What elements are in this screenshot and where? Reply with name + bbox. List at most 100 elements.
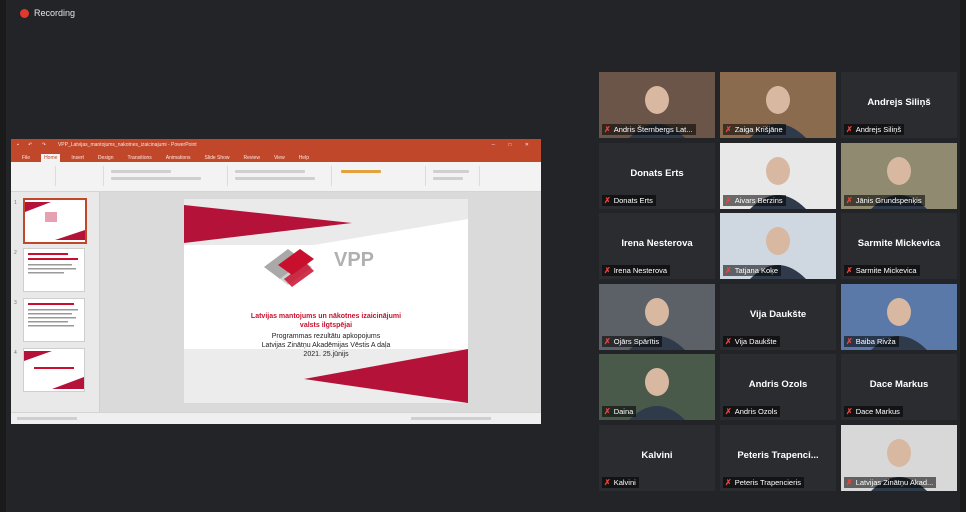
participant-name: Vija Daukšte (734, 337, 777, 346)
slide-thumbnail[interactable] (23, 198, 87, 244)
participant-name-label: ✗ Andris Šternbergs Lat... (602, 124, 696, 135)
mic-muted-icon: ✗ (846, 407, 853, 416)
ppt-app-title: VPP_Latvijas_mantojums_nakotnes_izaicina… (57, 142, 197, 148)
participant-name-label: ✗ Aivars Berzins (723, 195, 786, 206)
mic-muted-icon: ✗ (846, 478, 853, 487)
participant-tile[interactable]: ✗ Zaiga Krišjāne (720, 72, 836, 138)
font-group[interactable] (107, 166, 228, 186)
slide-title-line1: Latvijas mantojums un nākotnes izaicināj… (250, 313, 402, 320)
mic-muted-icon: ✗ (604, 266, 611, 275)
participant-name-label: ✗ Ojārs Spārītis (602, 336, 663, 347)
participant-name-label: ✗ Kalvini (602, 477, 639, 488)
slide-thumbnail[interactable] (23, 248, 85, 292)
mic-muted-icon: ✗ (725, 266, 732, 275)
participant-name: Donats Erts (613, 196, 653, 205)
participant-name: Kalvini (613, 478, 636, 487)
participant-name: Peteris Trapencieris (734, 478, 801, 487)
slide-publication: Latvijas Zinātņu Akadēmijas Vēstis A daļ… (261, 342, 391, 349)
ribbon-tab[interactable]: Home (41, 154, 61, 162)
participant-tile[interactable]: ✗ Baiba Rivža (841, 284, 957, 350)
shared-screen[interactable]: ▪ ↶ ↷ VPP_Latvijas_mantojums_nakotnes_iz… (11, 139, 541, 424)
participant-name: Latvijas Zinātņu Akad... (855, 478, 934, 487)
participant-name-label: ✗ Andrejs Siliņš (844, 124, 905, 135)
slide-thumbnail[interactable] (23, 298, 85, 342)
participant-tile[interactable]: Andrejs Siliņš ✗ Andrejs Siliņš (841, 72, 957, 138)
participant-tile[interactable]: Donats Erts ✗ Donats Erts (599, 143, 715, 209)
participant-center-name: Dace Markus (869, 379, 929, 390)
recording-indicator[interactable]: Recording (20, 8, 75, 18)
mic-muted-icon: ✗ (725, 196, 732, 205)
quick-access-icons[interactable]: ▪ ↶ ↷ (17, 142, 50, 148)
participant-tile[interactable]: Sarmite Mickevica ✗ Sarmite Mickevica (841, 213, 957, 279)
ribbon-tab[interactable]: Design (95, 154, 117, 162)
participant-name: Baiba Rivža (855, 337, 896, 346)
participant-tile[interactable]: Peteris Trapenci... ✗ Peteris Trapencieris (720, 425, 836, 491)
mic-muted-icon: ✗ (846, 125, 853, 134)
participant-tile[interactable]: Andris Ozols ✗ Andris Ozols (720, 354, 836, 420)
participant-tile[interactable]: Vija Daukšte ✗ Vija Daukšte (720, 284, 836, 350)
participant-tile[interactable]: ✗ Tatjana Koķe (720, 213, 836, 279)
participant-name-label: ✗ Zaiga Krišjāne (723, 124, 786, 135)
participant-name: Jānis Grundspenķis (855, 196, 922, 205)
thumb-number: 2 (14, 250, 17, 256)
ribbon-tabs: File Home Insert Design Transitions Animation… (11, 151, 541, 162)
participant-tile[interactable]: Kalvini ✗ Kalvini (599, 425, 715, 491)
participant-tile[interactable]: ✗ Aivars Berzins (720, 143, 836, 209)
ribbon-tab[interactable]: Slide Show (202, 154, 233, 162)
ribbon-tab[interactable]: Animations (163, 154, 194, 162)
thumb-number: 3 (14, 300, 17, 306)
participant-tile[interactable]: Dace Markus ✗ Dace Markus (841, 354, 957, 420)
mic-muted-icon: ✗ (604, 407, 611, 416)
participant-name: Dace Markus (855, 407, 900, 416)
participant-name-label: ✗ Irena Nesterova (602, 265, 671, 276)
slides-group[interactable] (59, 166, 104, 186)
ppt-status-bar (11, 412, 541, 424)
participant-name: Daina (613, 407, 634, 416)
current-slide[interactable]: VPP Latvijas mantojums un nākotnes izaic… (184, 199, 468, 403)
participant-tile[interactable]: ✗ Ojārs Spārītis (599, 284, 715, 350)
paragraph-group[interactable] (231, 166, 332, 186)
slide-canvas[interactable]: VPP Latvijas mantojums un nākotnes izaic… (100, 192, 541, 412)
participant-tile[interactable]: ✗ Latvijas Zinātņu Akad... (841, 425, 957, 491)
slide-date: 2021. 25.jūnijs (303, 351, 349, 358)
participant-name: Andris Šternbergs Lat... (613, 125, 693, 134)
window-controls[interactable]: ─ □ ✕ (491, 142, 535, 148)
vpp-logo-text: VPP (334, 249, 375, 271)
ribbon-tab[interactable]: File (19, 154, 33, 162)
mic-muted-icon: ✗ (604, 337, 611, 346)
participant-center-name: Kalvini (641, 450, 673, 461)
participant-name-label: ✗ Baiba Rivža (844, 336, 899, 347)
mic-muted-icon: ✗ (725, 337, 732, 346)
participant-tile[interactable]: ✗ Jānis Grundspenķis (841, 143, 957, 209)
slide-thumbnail[interactable] (23, 348, 85, 392)
participant-name: Andrejs Siliņš (855, 125, 902, 134)
ribbon[interactable] (11, 162, 541, 192)
mic-muted-icon: ✗ (846, 196, 853, 205)
participant-name: Ojārs Spārītis (613, 337, 660, 346)
participant-center-name: Donats Erts (630, 168, 684, 179)
participant-name: Sarmite Mickevica (855, 266, 917, 275)
participant-name: Aivars Berzins (734, 196, 783, 205)
participant-tile[interactable]: ✗ Andris Šternbergs Lat... (599, 72, 715, 138)
ribbon-tab[interactable]: Transitions (125, 154, 155, 162)
ribbon-tab[interactable]: Review (241, 154, 263, 162)
mic-muted-icon: ✗ (725, 478, 732, 487)
participant-name-label: ✗ Peteris Trapencieris (723, 477, 804, 488)
participant-tile[interactable]: Irena Nesterova ✗ Irena Nesterova (599, 213, 715, 279)
participant-center-name: Irena Nesterova (621, 238, 693, 249)
clipboard-group[interactable] (15, 166, 56, 186)
thumb-number: 4 (14, 350, 17, 356)
slide-thumbnails-pane[interactable]: 1 2 3 4 (11, 192, 100, 412)
ribbon-tab[interactable]: Insert (68, 154, 87, 162)
record-dot-icon (20, 8, 29, 18)
participant-name: Zaiga Krišjāne (734, 125, 783, 134)
ribbon-tab[interactable]: View (271, 154, 288, 162)
recording-label: Recording (34, 8, 76, 18)
mic-muted-icon: ✗ (846, 266, 853, 275)
participant-tile[interactable]: ✗ Daina (599, 354, 715, 420)
drawing-group[interactable] (335, 166, 426, 186)
thumb-number: 1 (14, 200, 17, 206)
ribbon-tab[interactable]: Help (296, 154, 312, 162)
participant-name-label: ✗ Andris Ozols (723, 406, 781, 417)
editing-group[interactable] (429, 166, 480, 186)
